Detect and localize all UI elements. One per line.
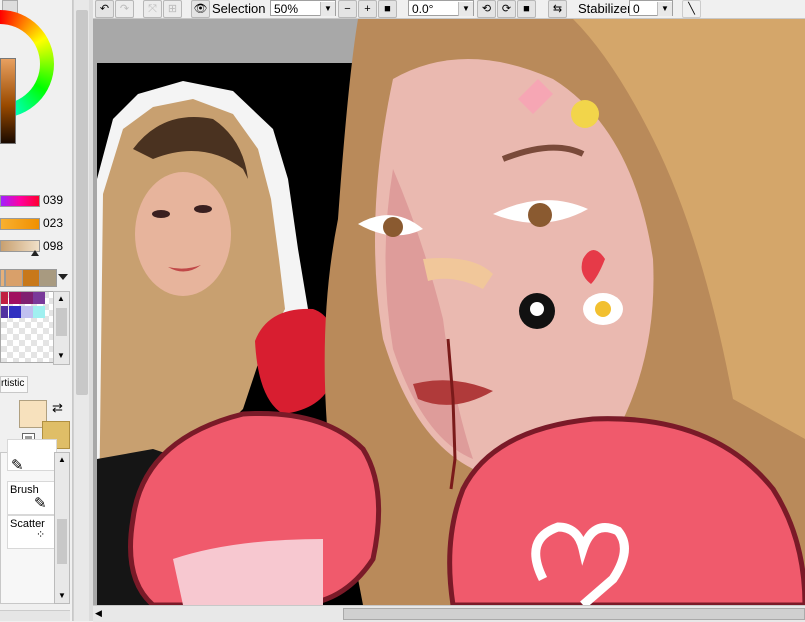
rotate-ccw-button[interactable]: ⟲ [477, 0, 496, 18]
stabilizer-value: 0 [633, 2, 640, 16]
tool-brush[interactable]: Brush ✎ [7, 481, 57, 515]
painting-iris-left [383, 217, 403, 237]
rotation-select[interactable]: 0.0° ▼ [408, 0, 474, 16]
left-panel: 039 023 098 ▲ ▼ rtistic ⇄ ✎ Brush ✎ Scat… [0, 0, 73, 621]
deselect-icon: ⤧ [148, 2, 157, 15]
swatch-dropdown-icon[interactable] [58, 274, 68, 280]
reset-icon: ■ [384, 2, 391, 15]
swatch-2[interactable] [5, 269, 23, 287]
scroll-thumb[interactable] [343, 608, 805, 620]
undo-icon: ↶ [99, 2, 110, 15]
zoom-reset-button[interactable]: ■ [378, 0, 397, 18]
rotation-reset-button[interactable]: ■ [517, 0, 536, 18]
reference-eye-right [194, 205, 212, 213]
undo-button[interactable]: ↶ [95, 0, 114, 18]
rotate-cw-icon: ⟳ [501, 2, 512, 15]
artwork-canvas[interactable] [93, 19, 805, 605]
saturation-slider[interactable] [0, 218, 40, 230]
zoom-value: 50% [274, 2, 299, 16]
stabilizer-select[interactable]: 0 ▼ [629, 0, 673, 16]
zoom-dropdown-icon[interactable]: ▼ [320, 2, 335, 16]
tool-list: ✎ Brush ✎ Scatter ⁘ [0, 439, 57, 604]
tool-hidden-top[interactable]: ✎ [7, 439, 57, 474]
mode-tab-label: rtistic [1, 378, 25, 389]
brush-icon: ✎ [34, 495, 47, 512]
straight-line-button[interactable]: ╲ [682, 0, 701, 18]
selection-visibility-toggle[interactable]: 👁 [191, 0, 210, 18]
scroll-left-icon[interactable]: ◀ [95, 608, 102, 619]
rotation-value: 0.0° [412, 2, 434, 16]
zoom-out-button[interactable]: − [338, 0, 357, 18]
redo-icon: ↷ [119, 2, 130, 15]
sticker-egg-yolk [595, 301, 611, 317]
color-square[interactable] [0, 58, 16, 144]
rotation-reset-icon: ■ [523, 2, 530, 15]
tool-list-scrollbar[interactable]: ▲ ▼ [54, 452, 70, 604]
hue-slider[interactable] [0, 195, 40, 207]
swatch-4[interactable] [39, 269, 57, 287]
rotate-cw-button[interactable]: ⟳ [497, 0, 516, 18]
zoom-in-icon: + [364, 2, 371, 15]
left-panel-scrollbar[interactable] [73, 0, 90, 621]
swap-colors-icon[interactable]: ⇄ [52, 400, 63, 416]
redo-button[interactable]: ↷ [115, 0, 134, 18]
scatter-icon: ⁘ [36, 529, 46, 541]
toolbar: ↶ ↷ ⤧ ⊞ 👁 Selection 50% ▼ − + ■ 0.0° ▼ ⟲… [93, 0, 805, 19]
zoom-in-button[interactable]: + [358, 0, 377, 18]
mode-tab[interactable]: rtistic [0, 376, 28, 393]
swatch-3[interactable] [22, 269, 40, 287]
sticker-8ball-center [530, 302, 544, 316]
document-top-gray [97, 23, 367, 63]
tool-scatter[interactable]: Scatter ⁘ [7, 515, 57, 549]
slider-marker[interactable] [31, 250, 39, 256]
slider-value-2: 023 [43, 216, 64, 230]
palette-grid[interactable] [0, 291, 54, 363]
stabilizer-label: Stabilizer [578, 1, 632, 16]
invert-selection-button[interactable]: ⊞ [163, 0, 182, 18]
eye-icon: 👁 [193, 2, 208, 15]
invert-icon: ⊞ [167, 2, 178, 15]
sticker-smiley [571, 100, 599, 128]
flip-button[interactable]: ⇆ [548, 0, 567, 18]
palette-scrollbar[interactable]: ▲ ▼ [53, 291, 70, 365]
reference-eye-left [152, 210, 170, 218]
zoom-out-icon: − [344, 2, 351, 15]
canvas-horizontal-scrollbar[interactable]: ◀ [93, 605, 805, 622]
slider-value-3: 098 [43, 239, 64, 253]
panel-bottom-strip [0, 610, 70, 621]
rotate-ccw-icon: ⟲ [481, 2, 492, 15]
zoom-select[interactable]: 50% ▼ [270, 0, 336, 16]
flip-icon: ⇆ [552, 2, 563, 15]
reference-face [135, 172, 231, 296]
rotation-dropdown-icon[interactable]: ▼ [458, 2, 473, 16]
deselect-button[interactable]: ⤧ [143, 0, 162, 18]
painting-iris-right [528, 203, 552, 227]
stabilizer-dropdown-icon[interactable]: ▼ [657, 2, 672, 16]
selection-label: Selection [212, 1, 266, 16]
slider-value-1: 039 [43, 193, 64, 207]
canvas-area[interactable] [93, 19, 805, 605]
line-icon: ╲ [688, 2, 695, 15]
